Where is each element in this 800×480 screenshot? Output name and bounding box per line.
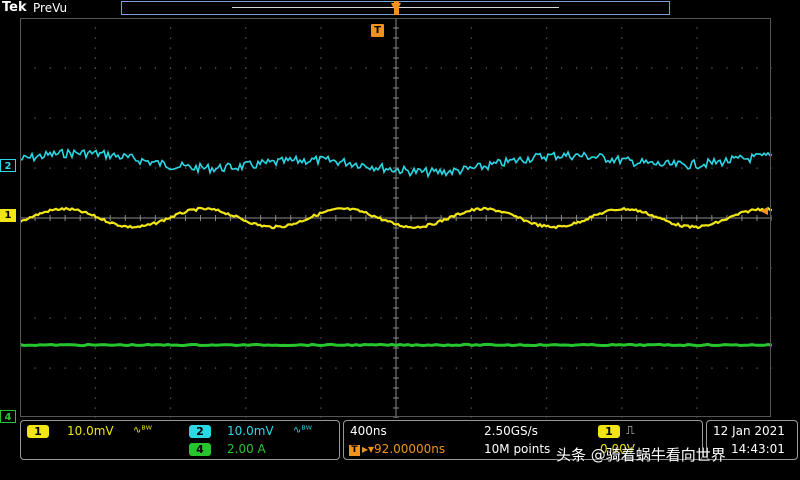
trigger-marker[interactable]: T [371, 24, 384, 37]
ch1-ground-marker[interactable]: 1 [0, 209, 16, 222]
ch4-scale[interactable]: 2.00 A [227, 442, 266, 456]
ch1-scale[interactable]: 10.0mV [67, 424, 114, 438]
trigger-offset-value[interactable]: ▸▾92.00000ns [362, 442, 445, 456]
record-length[interactable]: 10M points [484, 442, 550, 456]
trigger-slope-icon: ⎍ [626, 423, 635, 437]
channel-readout-panel[interactable]: 1 10.0mV ∿ᴮᵂ 2 10.0mV ∿ᴮᵂ 4 2.00 A [20, 420, 340, 460]
watermark-text: 头条 @骑着蜗牛看向世界 [556, 446, 726, 464]
sample-rate[interactable]: 2.50GS/s [484, 424, 538, 438]
ch2-ground-marker[interactable]: 2 [0, 159, 16, 172]
date-value: 12 Jan 2021 [713, 424, 785, 438]
acquisition-mode-label: PreVu [33, 1, 68, 15]
ch1-bandwidth-limit-icon: ∿ᴮᵂ [133, 425, 152, 436]
trigger-offset-icon: T [349, 445, 360, 456]
ch2-scale[interactable]: 10.0mV [227, 424, 274, 438]
ch4-ground-marker[interactable]: 4 [0, 410, 16, 423]
timebase-value[interactable]: 400ns [350, 424, 387, 438]
trigger-position-arrow-icon[interactable] [391, 3, 401, 13]
time-value: 14:43:01 [731, 442, 785, 456]
trigger-source-badge[interactable]: 1 [598, 425, 620, 438]
ch2-badge[interactable]: 2 [189, 425, 211, 438]
graticule-border [20, 18, 771, 417]
ch1-badge[interactable]: 1 [27, 425, 49, 438]
brand-logo: Tek [2, 0, 27, 15]
ch4-badge[interactable]: 4 [189, 443, 211, 456]
ch2-bandwidth-limit-icon: ∿ᴮᵂ [293, 425, 312, 436]
trigger-level-marker[interactable] [760, 207, 768, 215]
